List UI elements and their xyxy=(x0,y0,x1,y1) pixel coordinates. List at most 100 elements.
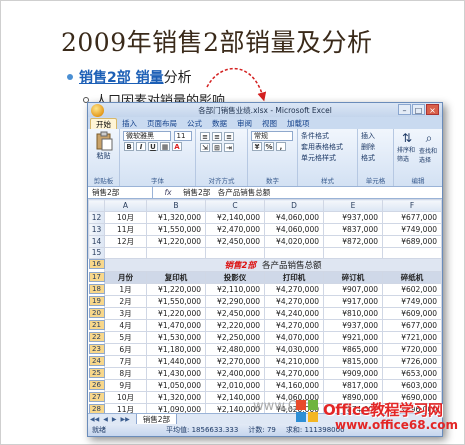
row-header[interactable]: 25 xyxy=(88,367,105,378)
value-cell[interactable]: ¥810,000 xyxy=(323,307,383,320)
value-cell[interactable]: ¥1,220,000 xyxy=(146,283,206,296)
value-cell[interactable]: ¥4,020,000 xyxy=(264,234,324,248)
value-cell[interactable]: ¥1,530,000 xyxy=(146,331,206,344)
row-header[interactable]: 18 xyxy=(88,283,105,294)
value-cell[interactable]: ¥4,060,000 xyxy=(264,210,324,224)
value-cell[interactable]: ¥2,220,000 xyxy=(205,319,265,332)
value-cell[interactable]: ¥4,070,000 xyxy=(264,331,324,344)
value-cell[interactable]: ¥2,400,000 xyxy=(205,367,265,380)
tab-data[interactable]: 数据 xyxy=(207,118,232,129)
percent-icon[interactable]: % xyxy=(264,142,274,151)
value-cell[interactable]: ¥909,000 xyxy=(323,367,383,380)
value-cell[interactable]: ¥837,000 xyxy=(323,222,383,236)
row-header[interactable]: 15 xyxy=(88,246,105,259)
value-cell[interactable]: ¥1,220,000 xyxy=(146,234,206,248)
value-cell[interactable]: ¥721,000 xyxy=(382,331,442,344)
month-cell[interactable]: 1月 xyxy=(104,283,147,296)
value-cell[interactable]: ¥1,430,000 xyxy=(146,367,206,380)
value-cell[interactable]: ¥603,000 xyxy=(382,379,442,392)
row-header[interactable]: 20 xyxy=(88,307,105,318)
value-cell[interactable]: ¥2,010,000 xyxy=(205,379,265,392)
col-header-a[interactable]: A xyxy=(104,199,147,212)
value-cell[interactable]: ¥677,000 xyxy=(382,319,442,332)
month-cell[interactable]: 8月 xyxy=(104,367,147,380)
col-header-f[interactable]: F xyxy=(382,199,442,212)
month-cell[interactable]: 9月 xyxy=(104,379,147,392)
month-cell[interactable]: 10月 xyxy=(104,391,147,404)
align-right-icon[interactable]: ≡ xyxy=(224,132,234,141)
border-icon[interactable]: ▦ xyxy=(160,142,170,151)
next-sheet-icon[interactable]: ▶ xyxy=(110,416,119,423)
format-cells-button[interactable]: 格式 xyxy=(361,153,390,164)
value-cell[interactable]: ¥2,250,000 xyxy=(205,331,265,344)
tab-page-layout[interactable]: 页面布局 xyxy=(142,118,182,129)
month-cell[interactable]: 6月 xyxy=(104,343,147,356)
tab-home[interactable]: 开始 xyxy=(90,118,117,129)
month-cell[interactable]: 10月 xyxy=(104,210,147,224)
wrap-text-icon[interactable]: ⇲ xyxy=(200,143,210,152)
value-cell[interactable]: ¥1,550,000 xyxy=(146,295,206,308)
value-cell[interactable]: ¥4,060,000 xyxy=(264,222,324,236)
value-cell[interactable]: ¥917,000 xyxy=(323,295,383,308)
value-cell[interactable]: ¥2,480,000 xyxy=(205,343,265,356)
value-cell[interactable]: ¥749,000 xyxy=(382,222,442,236)
font-size-select[interactable]: 11 xyxy=(173,131,192,141)
value-cell[interactable]: ¥1,550,000 xyxy=(146,222,206,236)
select-all-corner[interactable] xyxy=(88,199,105,212)
prev-sheet-icon[interactable]: ◀ xyxy=(101,416,110,423)
worksheet-grid[interactable]: A B C D E F 12 10月 ¥1,320,000 ¥2,140,000 ¥4,… xyxy=(88,199,442,428)
header-cell[interactable]: 打印机 xyxy=(264,271,324,284)
month-cell[interactable]: 2月 xyxy=(104,295,147,308)
align-center-icon[interactable]: ≡ xyxy=(212,132,222,141)
row-header[interactable]: 27 xyxy=(88,391,105,402)
value-cell[interactable]: ¥1,220,000 xyxy=(146,307,206,320)
merge-icon[interactable]: ⊞ xyxy=(212,143,222,152)
month-cell[interactable]: 3月 xyxy=(104,307,147,320)
tab-review[interactable]: 审阅 xyxy=(232,118,257,129)
value-cell[interactable]: ¥4,240,000 xyxy=(264,307,324,320)
col-header-d[interactable]: D xyxy=(264,199,324,212)
value-cell[interactable]: ¥1,440,000 xyxy=(146,355,206,368)
row-header[interactable]: 26 xyxy=(88,379,105,390)
value-cell[interactable]: ¥872,000 xyxy=(323,234,383,248)
value-cell[interactable]: ¥2,140,000 xyxy=(205,210,265,224)
value-cell[interactable]: ¥4,270,000 xyxy=(264,283,324,296)
tab-formulas[interactable]: 公式 xyxy=(182,118,207,129)
value-cell[interactable]: ¥2,290,000 xyxy=(205,295,265,308)
col-header-c[interactable]: C xyxy=(205,199,265,212)
insert-cells-button[interactable]: 插入 xyxy=(361,131,390,142)
value-cell[interactable]: ¥677,000 xyxy=(382,210,442,224)
comma-icon[interactable]: , xyxy=(276,142,286,151)
table-format-button[interactable]: 套用表格格式 xyxy=(301,142,354,153)
value-cell[interactable]: ¥1,180,000 xyxy=(146,343,206,356)
find-select-button[interactable]: ⌕ 查找和选择 xyxy=(419,131,439,164)
row-header[interactable]: 17 xyxy=(88,271,105,282)
name-box[interactable]: 销售2部 xyxy=(88,187,153,198)
conditional-format-button[interactable]: 条件格式 xyxy=(301,131,354,142)
value-cell[interactable]: ¥4,210,000 xyxy=(264,355,324,368)
close-button[interactable]: × xyxy=(426,104,439,115)
header-cell[interactable]: 复印机 xyxy=(146,271,206,284)
value-cell[interactable]: ¥602,000 xyxy=(382,283,442,296)
row-header[interactable]: 28 xyxy=(88,403,105,414)
value-cell[interactable]: ¥4,270,000 xyxy=(264,295,324,308)
value-cell[interactable]: ¥2,110,000 xyxy=(205,283,265,296)
sort-filter-button[interactable]: ⇅ 排序和筛选 xyxy=(397,131,417,164)
row-header[interactable]: 22 xyxy=(88,331,105,342)
font-color-icon[interactable]: A xyxy=(172,142,182,151)
row-header[interactable]: 14 xyxy=(88,234,105,248)
row-header[interactable]: 24 xyxy=(88,355,105,366)
value-cell[interactable]: ¥2,270,000 xyxy=(205,355,265,368)
align-left-icon[interactable]: ≡ xyxy=(200,132,210,141)
row-header[interactable]: 16 xyxy=(88,259,105,269)
row-header[interactable]: 12 xyxy=(88,210,105,224)
value-cell[interactable]: ¥2,450,000 xyxy=(205,307,265,320)
minimize-button[interactable]: – xyxy=(398,104,411,115)
cell-style-button[interactable]: 单元格样式 xyxy=(301,153,354,164)
delete-cells-button[interactable]: 删除 xyxy=(361,142,390,153)
value-cell[interactable]: ¥937,000 xyxy=(323,319,383,332)
month-cell[interactable]: 7月 xyxy=(104,355,147,368)
underline-button[interactable]: U xyxy=(148,142,158,151)
value-cell[interactable]: ¥653,000 xyxy=(382,367,442,380)
tab-addins[interactable]: 加载项 xyxy=(282,118,315,129)
